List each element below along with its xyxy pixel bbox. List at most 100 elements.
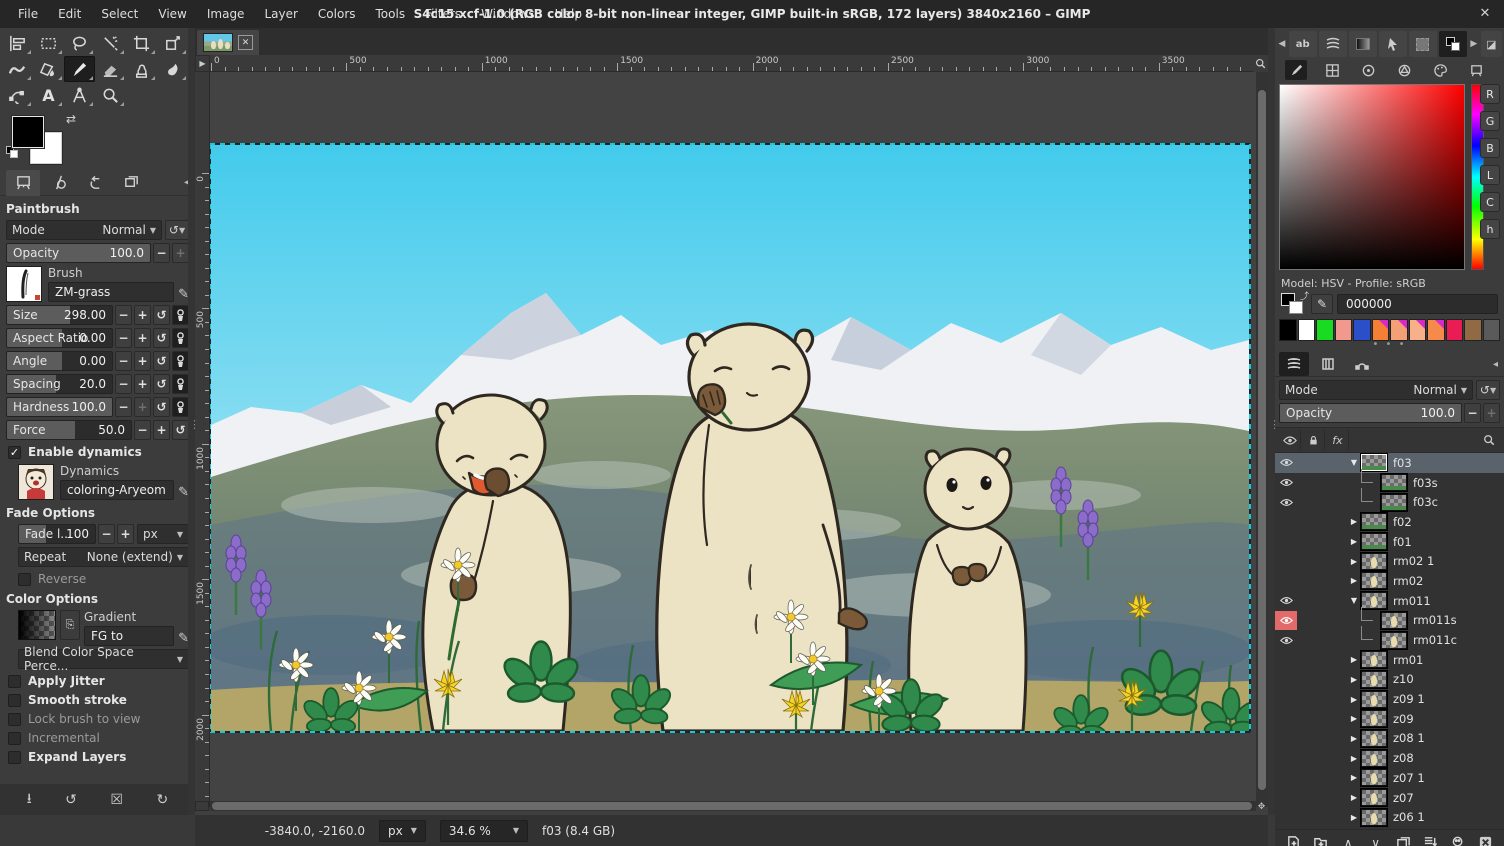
tool-options-tab[interactable] — [6, 170, 40, 196]
reset-icon[interactable]: ↺ — [172, 420, 189, 440]
layer-row-z10[interactable]: ▶z10 — [1275, 670, 1504, 690]
menu-tools[interactable]: Tools — [366, 0, 416, 28]
link-pin-icon[interactable] — [172, 397, 189, 417]
paintbrush-tool[interactable] — [64, 56, 95, 82]
layer-name[interactable]: z08 — [1393, 751, 1414, 765]
opacity-plus-button[interactable]: + — [172, 243, 189, 263]
checkbox[interactable] — [8, 751, 21, 764]
layer-name[interactable]: rm02 — [1393, 574, 1423, 588]
palette-swatch-0[interactable] — [1279, 319, 1297, 341]
layer-thumbnail[interactable] — [1361, 789, 1387, 806]
checkbox[interactable] — [8, 713, 21, 726]
size-slider[interactable]: Size298.00 — [6, 305, 113, 325]
expander-icon[interactable]: ▶ — [1349, 813, 1359, 822]
layer-opacity-slider[interactable]: Opacity 100.0 — [1279, 403, 1462, 423]
channel-B-button[interactable]: B — [1480, 138, 1500, 158]
palette-swatch-3[interactable] — [1335, 319, 1353, 341]
color-palette-tab[interactable] — [1429, 60, 1451, 80]
repeat-dropdown[interactable]: Repeat None (extend)▼ — [18, 547, 189, 567]
layer-row-rm011s[interactable]: rm011s — [1275, 611, 1504, 631]
layer-visibility-toggle[interactable] — [1275, 611, 1297, 631]
effects-column-icon[interactable]: fx — [1327, 430, 1349, 450]
layer-thumbnail[interactable] — [1361, 750, 1387, 767]
vertical-ruler[interactable]: 0500100015002000 — [195, 72, 210, 807]
expander-icon[interactable]: ▶ — [1349, 576, 1359, 585]
expand-layers-checkbox-row[interactable]: Expand Layers — [8, 750, 189, 764]
images-tab[interactable] — [114, 170, 148, 196]
layer-name[interactable]: rm011 — [1393, 594, 1431, 608]
palette-swatch-2[interactable] — [1316, 319, 1334, 341]
menu-image[interactable]: Image — [197, 0, 255, 28]
colors-tab[interactable] — [1439, 31, 1467, 57]
delete-layer-button[interactable] — [1474, 833, 1498, 846]
fade-length-slider[interactable]: Fade l... 100 — [18, 524, 96, 544]
quick-mask-toggle[interactable] — [195, 801, 209, 811]
reset-icon[interactable]: ↺ — [153, 328, 170, 348]
horizontal-scrollbar-thumb[interactable] — [212, 802, 1252, 810]
paths-tool[interactable] — [2, 82, 33, 108]
channel-G-button[interactable]: G — [1480, 111, 1500, 131]
palette-swatch-4[interactable] — [1353, 319, 1371, 341]
layer-row-f03[interactable]: ▼f03 — [1275, 453, 1504, 473]
hardness-slider[interactable]: Hardness100.0 — [6, 397, 113, 417]
device-status-tab[interactable] — [42, 170, 76, 196]
layer-visibility-toggle[interactable] — [1275, 768, 1297, 788]
duplicate-layer-button[interactable] — [1391, 833, 1415, 846]
layer-thumbnail[interactable] — [1361, 533, 1387, 550]
layer-thumbnail[interactable] — [1381, 632, 1407, 649]
menu-colors[interactable]: Colors — [308, 0, 366, 28]
minus-button[interactable]: − — [115, 374, 132, 394]
link-pin-icon[interactable] — [172, 328, 189, 348]
layer-row-rm02-1[interactable]: ▶rm02 1 — [1275, 551, 1504, 571]
tabs-scroll-right-icon[interactable]: ▶ — [1469, 39, 1479, 49]
layer-visibility-toggle[interactable] — [1275, 571, 1297, 591]
free-select-tool[interactable] — [64, 30, 95, 56]
vertical-scrollbar[interactable] — [1256, 72, 1268, 807]
expander-icon[interactable]: ▶ — [1349, 537, 1359, 546]
layer-name[interactable]: f03c — [1413, 495, 1438, 509]
clone-tool[interactable] — [126, 56, 157, 82]
gradient-flip-icon[interactable]: ⎘ — [60, 610, 80, 640]
minus-button[interactable]: − — [115, 305, 132, 325]
layer-thumbnail[interactable] — [1381, 474, 1407, 491]
reset-icon[interactable]: ↺ — [153, 305, 170, 325]
expander-icon[interactable]: ▶ — [1349, 517, 1359, 526]
expander-icon[interactable]: ▼ — [1349, 458, 1359, 467]
layer-name[interactable]: f03s — [1413, 476, 1438, 490]
unit-dropdown[interactable]: px▼ — [379, 820, 426, 842]
channel-C-button[interactable]: C — [1480, 192, 1500, 212]
menu-view[interactable]: View — [148, 0, 196, 28]
layer-thumbnail[interactable] — [1361, 513, 1387, 530]
gradient-name-field[interactable]: FG to Transpar — [84, 626, 174, 646]
blend-space-dropdown[interactable]: Blend Color Space Perce... ▼ — [18, 649, 189, 669]
plus-button[interactable]: + — [134, 374, 151, 394]
layers-tab[interactable] — [1279, 352, 1309, 376]
brush-selector[interactable]: Brush ZM-grass ✎ — [6, 266, 189, 302]
layer-search-icon[interactable] — [1478, 430, 1500, 450]
merge-down-button[interactable] — [1419, 833, 1443, 846]
color-wheel-tab[interactable] — [1393, 60, 1415, 80]
patterns-tab[interactable] — [1409, 31, 1437, 57]
delete-preset-button[interactable]: ☒ — [110, 792, 123, 808]
fg-bg-colors[interactable]: ⇄ — [12, 116, 72, 162]
color-gimp-tab[interactable] — [1285, 60, 1307, 80]
layer-thumbnail[interactable] — [1381, 494, 1407, 511]
channel-h-button[interactable]: h — [1480, 219, 1500, 239]
layer-thumbnail[interactable] — [1361, 651, 1387, 668]
rect-select-tool[interactable] — [33, 30, 64, 56]
expander-icon[interactable]: ▶ — [1349, 714, 1359, 723]
hex-input[interactable]: 000000 — [1337, 294, 1498, 314]
layer-row-rm01[interactable]: ▶rm01 — [1275, 650, 1504, 670]
zoom-follow-window-icon[interactable] — [1253, 55, 1268, 72]
layer-name[interactable]: rm02 1 — [1393, 554, 1434, 568]
reset-tool-button[interactable]: ↻ — [157, 792, 169, 808]
layer-row-z09[interactable]: ▶z09 — [1275, 709, 1504, 729]
reset-icon[interactable]: ↺ — [153, 374, 170, 394]
layer-visibility-toggle[interactable] — [1275, 492, 1297, 512]
layer-thumbnail[interactable] — [1361, 572, 1387, 589]
expander-icon[interactable]: ▶ — [1349, 734, 1359, 743]
horizontal-ruler[interactable]: 0500100015002000250030003500 — [210, 55, 1268, 72]
gradient-selector[interactable]: ⎘ Gradient FG to Transpar ✎ — [18, 610, 189, 646]
layer-row-rm011c[interactable]: rm011c — [1275, 630, 1504, 650]
reverse-checkbox[interactable] — [18, 573, 31, 586]
